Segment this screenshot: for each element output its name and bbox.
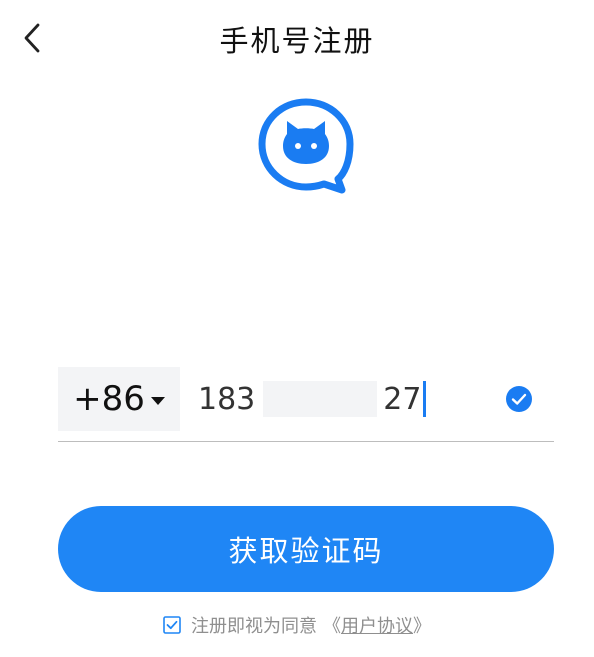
country-code-select[interactable]: +86	[58, 367, 180, 431]
agreement-link-open: 《	[323, 616, 341, 637]
cat-chat-bubble-logo-icon	[258, 98, 354, 194]
user-agreement-link[interactable]: 用户协议	[341, 612, 413, 638]
agreement-text: 注册即视为同意	[191, 616, 317, 637]
page-title: 手机号注册	[219, 24, 375, 58]
get-verification-code-button[interactable]: 获取验证码	[58, 506, 554, 592]
agreement-checkbox[interactable]	[163, 616, 181, 634]
agreement-link-close: 》	[413, 616, 431, 637]
country-code-value: +86	[73, 379, 145, 419]
phone-number-input[interactable]: 183 27	[198, 367, 498, 431]
agreement-row: 注册即视为同意 《 用户协议 》	[0, 612, 594, 638]
check-circle-icon	[506, 386, 532, 412]
caret-down-icon	[150, 390, 165, 409]
phone-number-redacted	[263, 381, 378, 417]
phone-number-prefix: 183	[198, 381, 256, 417]
checkbox-checked-icon	[163, 616, 181, 634]
phone-field-row: +86 183 27	[58, 367, 554, 431]
user-agreement-link-label: 用户协议	[341, 616, 413, 637]
phone-field-underline	[58, 441, 554, 442]
app-logo	[256, 96, 356, 196]
phone-number-suffix: 27	[383, 381, 422, 417]
text-cursor	[423, 381, 427, 417]
